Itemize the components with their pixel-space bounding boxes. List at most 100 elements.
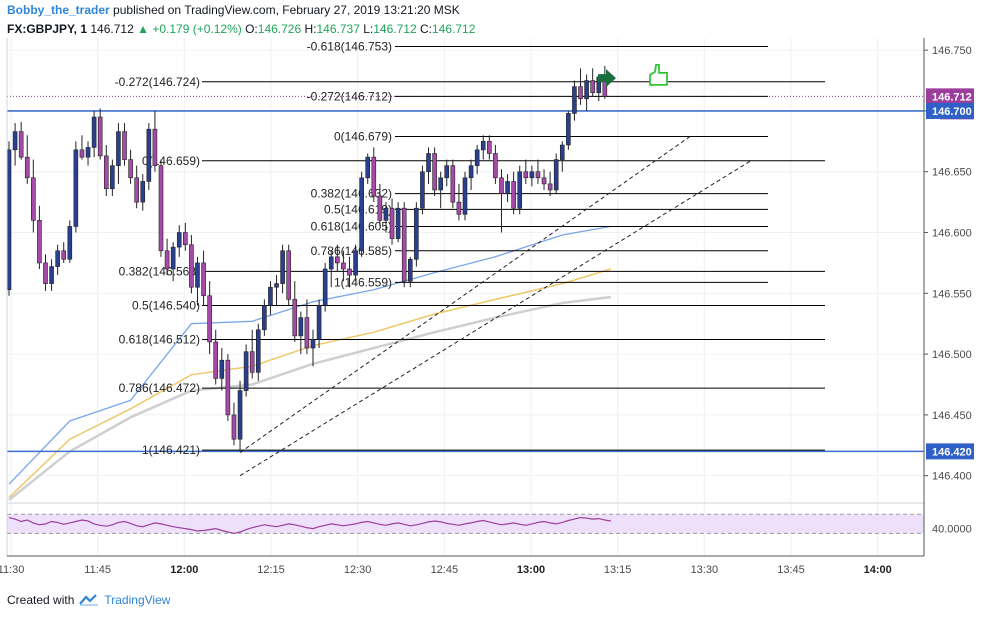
price-tick-label: 146.500 xyxy=(932,349,972,361)
candle-body xyxy=(499,177,504,194)
candle-body xyxy=(505,181,510,194)
candle-body xyxy=(414,207,419,260)
fib-label-upper: -0.618(146.753) xyxy=(307,40,392,54)
created-with-label: Created with xyxy=(7,593,75,607)
candle-body xyxy=(426,153,431,173)
candle-body xyxy=(395,207,401,239)
level-price-badge-text: 146.420 xyxy=(932,446,972,458)
candle-body xyxy=(152,128,158,166)
candle-body xyxy=(359,177,364,252)
candle-body xyxy=(274,283,279,288)
candle-body xyxy=(438,177,443,191)
candle-body xyxy=(474,149,480,166)
candle-body xyxy=(231,414,237,440)
candle-body xyxy=(292,299,298,337)
candle-body xyxy=(249,351,255,373)
candle-body xyxy=(407,258,413,282)
ema-lines xyxy=(8,225,612,501)
candle-body xyxy=(237,390,243,440)
candle-body xyxy=(24,156,30,179)
candle-body xyxy=(122,131,127,160)
candle-body xyxy=(432,153,437,191)
candle-body xyxy=(170,246,176,270)
candle-body xyxy=(541,177,547,185)
candle-body xyxy=(444,165,450,179)
candle-body xyxy=(268,286,273,306)
candle-body xyxy=(377,195,383,221)
candle-body xyxy=(341,262,346,270)
price-tick-label: 146.450 xyxy=(932,410,972,422)
candle-body xyxy=(365,156,371,179)
ema-line-grey xyxy=(8,295,612,501)
time-tick-label: 12:45 xyxy=(431,564,459,576)
fib-label-lower: 0.382(146.568) xyxy=(119,264,200,278)
candle-body xyxy=(110,165,115,190)
candle-body xyxy=(183,232,188,245)
candle-body xyxy=(572,86,577,114)
candle-body xyxy=(401,207,407,282)
candle-body xyxy=(335,256,340,264)
time-tick-label: 12:00 xyxy=(170,564,198,576)
candle-body xyxy=(31,177,36,221)
candle-body xyxy=(134,177,139,203)
fib-label-upper: 0.786(146.585) xyxy=(311,244,392,258)
candle-body xyxy=(584,80,589,100)
candle-body xyxy=(578,86,583,100)
price-chart[interactable]: -0.618(146.753) -0.272(146.712) 0(146.679)… xyxy=(0,0,988,618)
candle-body xyxy=(371,156,377,197)
time-tick-label: 13:15 xyxy=(604,564,632,576)
candle-body xyxy=(207,295,212,343)
candle-body xyxy=(79,149,85,158)
candle-body xyxy=(493,153,498,179)
candle-body xyxy=(262,305,267,331)
candle-body xyxy=(116,131,121,166)
thumbs-up-icon xyxy=(649,64,668,86)
rsi-pane: 40.0000 xyxy=(7,502,972,536)
candle-body xyxy=(468,165,474,179)
candle-body xyxy=(195,262,200,288)
candle-body xyxy=(347,268,352,276)
candle-body xyxy=(140,181,146,203)
price-tick-label: 146.550 xyxy=(932,288,972,300)
candle-body xyxy=(73,149,79,227)
candle-body xyxy=(91,116,97,148)
tradingview-link[interactable]: TradingView xyxy=(104,593,170,607)
candle-body xyxy=(67,226,73,260)
candle-body xyxy=(322,268,328,306)
candle-body xyxy=(37,220,42,264)
candle-body xyxy=(316,305,322,340)
candle-body xyxy=(304,317,310,349)
candle-body xyxy=(450,165,456,203)
time-tick-label: 13:00 xyxy=(517,564,545,576)
fib-retracements: -0.618(146.753) -0.272(146.712) 0(146.679)… xyxy=(115,40,825,457)
candle-body xyxy=(511,181,516,209)
candle-body xyxy=(55,250,60,267)
candle-body xyxy=(383,207,389,221)
candle-body xyxy=(310,339,316,349)
candle-body xyxy=(85,147,91,158)
candle-body xyxy=(243,351,249,391)
candle-body xyxy=(158,165,164,252)
time-tick-label: 13:30 xyxy=(691,564,719,576)
candle-body xyxy=(590,80,595,94)
candle-body xyxy=(164,250,170,270)
footer: Created with TradingView xyxy=(7,593,170,607)
candle-body xyxy=(566,113,571,146)
time-tick-label: 11:45 xyxy=(84,564,111,576)
candle-body xyxy=(328,256,334,270)
candle-body xyxy=(189,244,194,288)
time-tick-label: 12:15 xyxy=(257,564,285,576)
time-tick-label: 14:00 xyxy=(864,564,892,576)
candle-body xyxy=(12,131,18,151)
tradingview-logo-icon xyxy=(79,594,99,606)
candle-body xyxy=(420,171,425,209)
candle-body xyxy=(480,141,486,151)
candle-body xyxy=(128,159,133,179)
rsi-axis-label: 40.0000 xyxy=(932,524,972,536)
candle-body xyxy=(280,250,285,284)
candle-body xyxy=(219,359,225,379)
price-tick-label: 146.600 xyxy=(932,228,972,240)
candle-body xyxy=(353,250,358,276)
fib-label-lower: 0.5(146.540) xyxy=(132,298,200,312)
candle-body xyxy=(298,317,304,337)
